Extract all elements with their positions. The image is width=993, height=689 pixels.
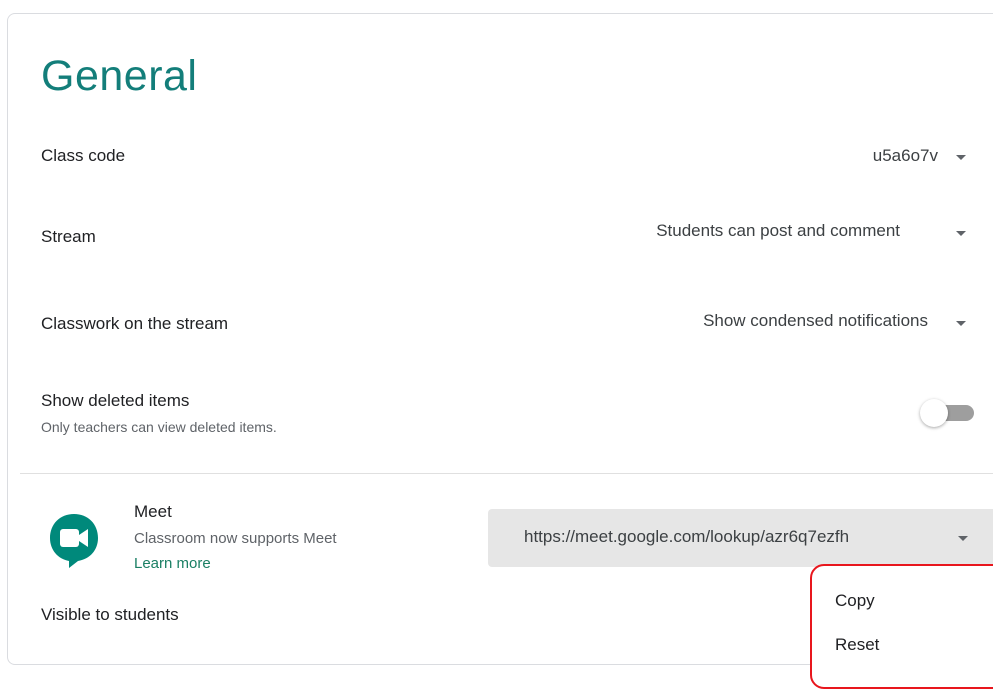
class-code-dropdown[interactable]: u5a6o7v xyxy=(820,140,980,174)
classwork-label: Classwork on the stream xyxy=(41,314,229,333)
stream-label: Stream xyxy=(41,227,96,246)
learn-more-link[interactable]: Learn more xyxy=(134,555,211,572)
stream-value: Students can post and comment xyxy=(656,221,900,240)
chevron-down-icon xyxy=(956,321,966,326)
class-code-label: Class code xyxy=(41,146,126,165)
toggle-thumb[interactable] xyxy=(920,399,948,427)
deleted-items-label: Show deleted items xyxy=(41,391,190,410)
chevron-down-icon xyxy=(956,155,966,160)
meet-title: Meet xyxy=(134,502,172,521)
google-meet-icon xyxy=(50,514,98,568)
classwork-value: Show condensed notifications xyxy=(703,311,928,330)
menu-item-reset[interactable]: Reset xyxy=(835,635,879,655)
stream-dropdown[interactable]: Students can post and comment xyxy=(580,215,980,249)
meet-description: Classroom now supports Meet xyxy=(134,530,337,547)
chevron-down-icon[interactable] xyxy=(958,536,968,541)
visible-to-students-label: Visible to students xyxy=(41,605,179,624)
chevron-down-icon xyxy=(956,231,966,236)
divider xyxy=(20,473,993,474)
classwork-dropdown[interactable]: Show condensed notifications xyxy=(620,305,980,339)
menu-item-copy[interactable]: Copy xyxy=(835,591,875,611)
section-title: General xyxy=(41,52,198,100)
class-code-value: u5a6o7v xyxy=(872,146,938,165)
link-options-menu xyxy=(810,564,993,689)
deleted-items-description: Only teachers can view deleted items. xyxy=(41,419,277,435)
meet-link-value: https://meet.google.com/lookup/azr6q7ezf… xyxy=(524,527,850,546)
